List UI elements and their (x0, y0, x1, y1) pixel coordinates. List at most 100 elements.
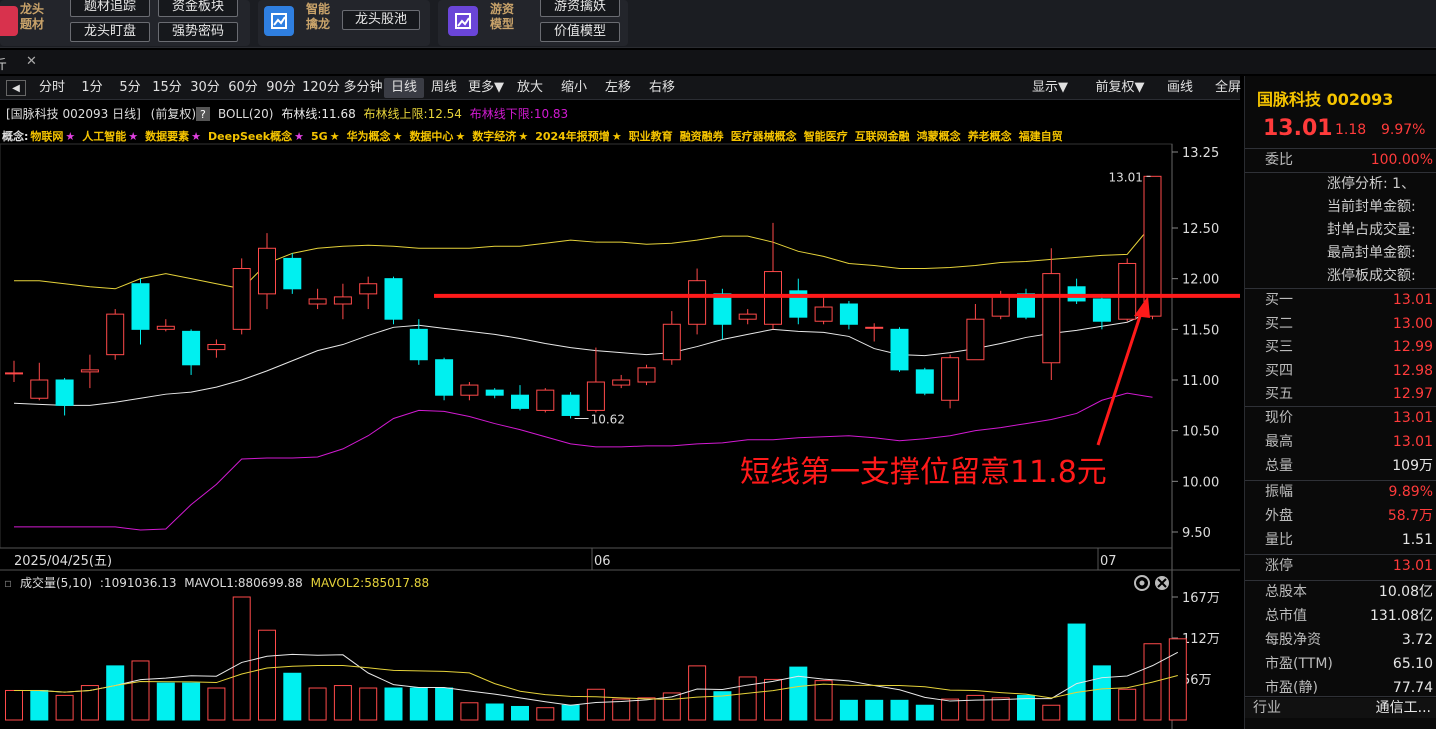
candle-body[interactable] (865, 326, 884, 329)
volume-bar[interactable] (30, 689, 49, 721)
period-button-5[interactable]: 60分 (224, 78, 262, 98)
strength-code-button[interactable]: 强势密码 (158, 22, 238, 42)
candle-body[interactable] (511, 394, 529, 409)
hot-money-demon-button[interactable]: 游资擒妖 (540, 0, 620, 17)
period-button-13[interactable]: 缩小 (552, 78, 596, 98)
close-indicator-icon[interactable] (1155, 576, 1169, 590)
concept-tag-10[interactable]: 融资融券 (680, 129, 725, 143)
volume-bar[interactable] (182, 682, 201, 721)
leader-watch-button[interactable]: 龙头盯盘 (70, 22, 150, 42)
period-button-6[interactable]: 90分 (262, 78, 300, 98)
bid-row-2[interactable]: 买三 12.99 (1245, 337, 1436, 357)
concept-tag-3[interactable]: DeepSeek概念 (208, 129, 293, 143)
volume-bar[interactable] (839, 699, 858, 721)
view-button-1[interactable]: 前复权▼ (1088, 78, 1152, 98)
concept-tag-9[interactable]: 职业教育 (629, 129, 673, 143)
candle-body[interactable] (966, 318, 985, 361)
volume-bar[interactable] (1042, 704, 1061, 721)
volume-bar[interactable] (258, 629, 276, 721)
capital-sector-button[interactable]: 资金板块 (158, 0, 238, 17)
view-button-2[interactable]: 画线 (1160, 78, 1200, 98)
candle-body[interactable] (991, 296, 1010, 317)
candle-body[interactable] (359, 283, 378, 295)
volume-bar[interactable] (890, 699, 909, 721)
candle-body[interactable] (30, 379, 49, 399)
period-button-3[interactable]: 15分 (148, 78, 186, 98)
volume-bar[interactable] (485, 703, 504, 721)
candle-body[interactable] (637, 367, 656, 383)
bid-row-3[interactable]: 买四 12.98 (1245, 361, 1436, 381)
candle-body[interactable] (814, 306, 833, 322)
candle-body[interactable] (207, 344, 226, 351)
candle-body[interactable] (232, 268, 251, 330)
candle-body[interactable] (688, 280, 707, 325)
period-button-2[interactable]: 5分 (112, 78, 148, 98)
candle-body[interactable] (409, 328, 428, 361)
candle-body[interactable] (536, 389, 555, 411)
volume-bar[interactable] (764, 678, 782, 721)
concept-tag-11[interactable]: 医疗器械概念 (731, 129, 798, 143)
view-button-3[interactable]: 全屏 (1208, 78, 1248, 98)
value-model-button[interactable]: 价值模型 (540, 22, 620, 42)
candle-body[interactable] (308, 298, 327, 305)
view-button-0[interactable]: 显示▼ (1020, 78, 1080, 98)
candle-body[interactable] (131, 283, 150, 330)
bid-row-1[interactable]: 买二 13.00 (1245, 314, 1436, 334)
volume-bar[interactable] (359, 687, 378, 721)
candle-body[interactable] (586, 381, 605, 411)
volume-bar[interactable] (409, 687, 428, 721)
candle-body[interactable] (1118, 262, 1137, 320)
candle-body[interactable] (384, 278, 403, 320)
volume-bar[interactable] (1168, 638, 1187, 721)
period-button-7[interactable]: 120分 (300, 78, 342, 98)
volume-bar[interactable] (536, 707, 555, 721)
period-button-12[interactable]: 放大 (508, 78, 552, 98)
volume-bar[interactable] (814, 680, 833, 721)
candle-body[interactable] (460, 384, 479, 396)
volume-bar[interactable] (232, 596, 251, 721)
collapse-toggle-icon[interactable]: ◀ (6, 80, 26, 96)
candle-body[interactable] (738, 313, 757, 320)
volume-bar[interactable] (1092, 665, 1111, 721)
volume-bar[interactable] (915, 704, 934, 721)
candle-body[interactable] (80, 369, 99, 373)
settings-icon[interactable] (1134, 575, 1150, 591)
volume-bar[interactable] (5, 689, 23, 721)
concept-tag-16[interactable]: 福建自贸 (1018, 129, 1063, 143)
volume-bar[interactable] (511, 705, 529, 721)
volume-bar[interactable] (966, 694, 985, 721)
period-button-15[interactable]: 右移 (640, 78, 684, 98)
leader-pool-button[interactable]: 龙头股池 (342, 10, 420, 30)
candle-body[interactable] (941, 357, 960, 401)
volume-bar[interactable] (688, 665, 707, 721)
period-button-11[interactable]: 更多▼ (464, 78, 508, 98)
volume-bar[interactable] (561, 704, 580, 721)
concept-tag-15[interactable]: 养老概念 (967, 129, 1013, 143)
volume-bar[interactable] (308, 687, 327, 721)
period-button-0[interactable]: 分时 (32, 78, 72, 98)
candle-body[interactable] (485, 389, 504, 396)
volume-bar[interactable] (637, 697, 656, 721)
volume-bar[interactable] (941, 698, 960, 721)
concept-tag-7[interactable]: 数字经济 (472, 129, 517, 143)
close-icon[interactable]: ✕ (26, 54, 37, 69)
volume-bar[interactable] (738, 676, 757, 721)
period-button-1[interactable]: 1分 (72, 78, 112, 98)
period-button-14[interactable]: 左移 (596, 78, 640, 98)
candle-body[interactable] (915, 369, 934, 394)
volume-bar[interactable] (460, 702, 479, 721)
concept-tag-1[interactable]: 人工智能 (82, 129, 126, 143)
volume-bar[interactable] (55, 694, 74, 721)
bid-row-4[interactable]: 买五 12.97 (1245, 384, 1436, 404)
period-button-10[interactable]: 周线 (424, 78, 464, 98)
volume-bar[interactable] (283, 672, 302, 721)
candle-body[interactable] (333, 296, 352, 305)
concept-tag-5[interactable]: 华为概念 (347, 129, 392, 143)
topic-tracking-button[interactable]: 题材追踪 (70, 0, 150, 17)
period-button-9[interactable]: 日线 (384, 78, 424, 98)
volume-bar[interactable] (207, 687, 226, 721)
concept-tag-2[interactable]: 数据要素 (145, 129, 189, 143)
candle-body[interactable] (1042, 273, 1061, 364)
concept-tag-4[interactable]: 5G (311, 130, 328, 143)
candle-body[interactable] (5, 372, 23, 375)
